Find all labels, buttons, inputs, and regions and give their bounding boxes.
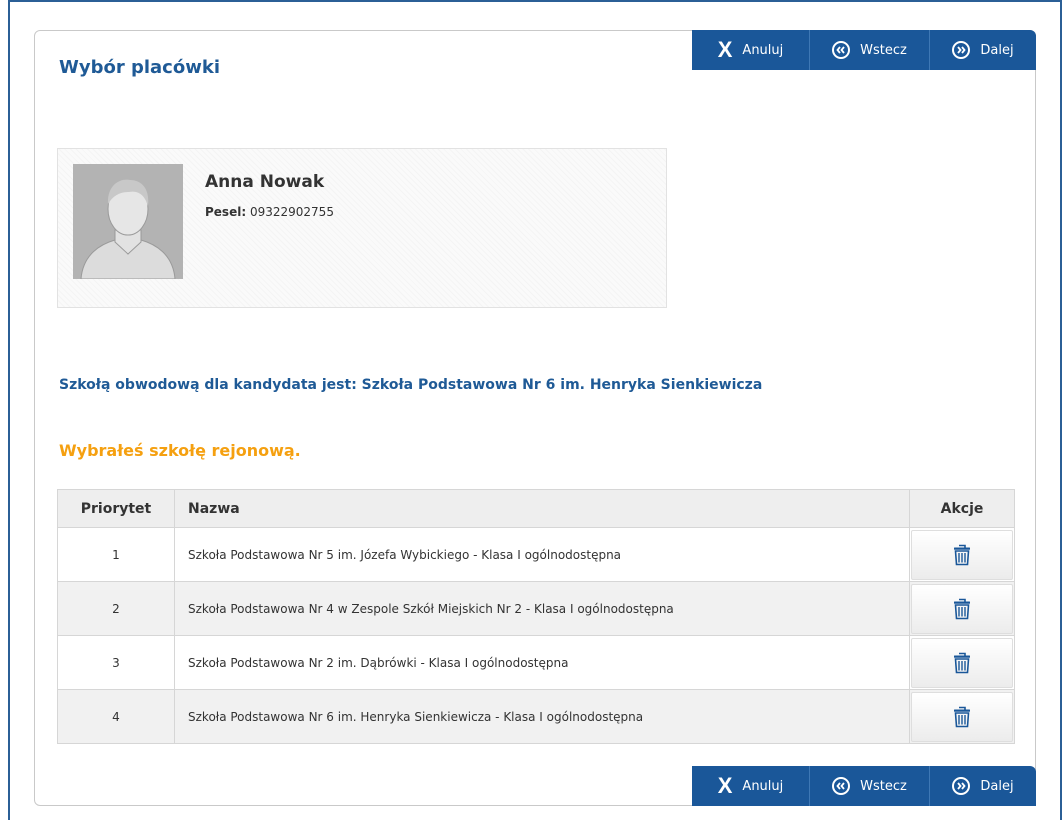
pesel-label: Pesel: xyxy=(205,205,247,219)
row-school-name: Szkoła Podstawowa Nr 4 w Zespole Szkół M… xyxy=(174,581,910,636)
delete-button[interactable] xyxy=(911,583,1013,634)
user-silhouette-icon xyxy=(73,164,183,279)
back-button-label: Wstecz xyxy=(860,778,907,794)
pesel-value: 09322902755 xyxy=(249,205,334,219)
row-actions xyxy=(909,527,1015,582)
row-priority: 1 xyxy=(57,527,175,582)
district-school-info: Szkołą obwodową dla kandydata jest: Szko… xyxy=(59,377,763,393)
table-row: 2 Szkoła Podstawowa Nr 4 w Zespole Szkół… xyxy=(57,581,1015,636)
row-priority: 2 xyxy=(57,581,175,636)
top-nav-bar: X Anuluj Wstecz Dalej xyxy=(692,30,1036,70)
trash-icon xyxy=(954,544,970,565)
delete-button[interactable] xyxy=(911,637,1013,688)
cancel-button[interactable]: X Anuluj xyxy=(692,766,810,806)
row-actions xyxy=(909,581,1015,636)
row-priority: 3 xyxy=(57,635,175,690)
next-button[interactable]: Dalej xyxy=(930,30,1036,70)
table-row: 4 Szkoła Podstawowa Nr 6 im. Henryka Sie… xyxy=(57,689,1015,744)
next-button-label: Dalej xyxy=(980,42,1014,58)
cancel-button-label: Anuluj xyxy=(742,778,784,794)
row-school-name: Szkoła Podstawowa Nr 5 im. Józefa Wybick… xyxy=(174,527,910,582)
delete-button[interactable] xyxy=(911,691,1013,742)
row-school-name: Szkoła Podstawowa Nr 2 im. Dąbrówki - Kl… xyxy=(174,635,910,690)
back-button[interactable]: Wstecz xyxy=(810,766,930,806)
next-button-label: Dalej xyxy=(980,778,1014,794)
next-button[interactable]: Dalej xyxy=(930,766,1036,806)
circle-chevron-right-icon xyxy=(952,777,971,795)
row-school-name: Szkoła Podstawowa Nr 6 im. Henryka Sienk… xyxy=(174,689,910,744)
table-row: 3 Szkoła Podstawowa Nr 2 im. Dąbrówki - … xyxy=(57,635,1015,690)
cancel-button-label: Anuluj xyxy=(742,42,784,58)
trash-icon xyxy=(954,706,970,727)
candidate-name: Anna Nowak xyxy=(205,172,325,192)
pesel-line: Pesel: 09322902755 xyxy=(205,205,334,219)
close-icon: X xyxy=(717,37,733,62)
circle-chevron-right-icon xyxy=(952,41,971,59)
page-title: Wybór placówki xyxy=(59,57,220,78)
bottom-nav-bar: X Anuluj Wstecz Dalej xyxy=(692,766,1036,806)
candidate-card: Anna Nowak Pesel: 09322902755 xyxy=(57,148,667,308)
regional-school-notice: Wybrałeś szkołę rejonową. xyxy=(59,441,301,460)
trash-icon xyxy=(954,652,970,673)
row-actions xyxy=(909,689,1015,744)
row-priority: 4 xyxy=(57,689,175,744)
table-row: 1 Szkoła Podstawowa Nr 5 im. Józefa Wybi… xyxy=(57,527,1015,582)
delete-button[interactable] xyxy=(911,529,1013,580)
table-header-row: Priorytet Nazwa Akcje xyxy=(57,489,1015,528)
back-button-label: Wstecz xyxy=(860,42,907,58)
selection-panel: Wybór placówki X Anuluj Wstecz Dalej Ann… xyxy=(34,30,1036,806)
cancel-button[interactable]: X Anuluj xyxy=(692,30,810,70)
schools-table: Priorytet Nazwa Akcje 1 Szkoła Podstawow… xyxy=(57,489,1015,744)
circle-chevron-left-icon xyxy=(832,777,851,795)
name-header: Nazwa xyxy=(174,489,910,528)
priority-header: Priorytet xyxy=(57,489,175,528)
circle-chevron-left-icon xyxy=(832,41,851,59)
trash-icon xyxy=(954,598,970,619)
actions-header: Akcje xyxy=(909,489,1015,528)
close-icon: X xyxy=(717,773,733,798)
row-actions xyxy=(909,635,1015,690)
back-button[interactable]: Wstecz xyxy=(810,30,930,70)
